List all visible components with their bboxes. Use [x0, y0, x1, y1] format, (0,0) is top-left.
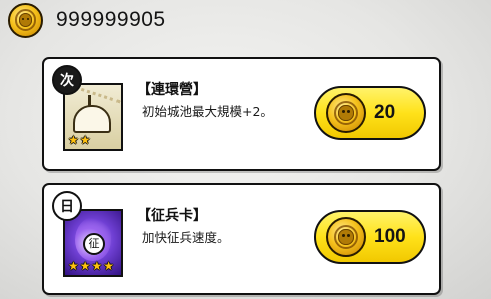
star-icon: ★: [68, 259, 79, 273]
item-description: 初始城池最大規模+2。: [142, 104, 273, 119]
item-description: 加快征兵速度。: [142, 230, 230, 245]
star-icon: ★: [79, 259, 91, 273]
item-title: 【征兵卡】: [137, 208, 207, 224]
star-icon: ★: [91, 259, 103, 273]
frequency-badge: 次: [52, 65, 82, 95]
star-icon: ★: [79, 133, 91, 147]
shop-item-card: 次 ★ ★ 【連環營】 初始城池最大規模+2。 20: [42, 57, 441, 171]
seal-character: 征: [83, 233, 105, 255]
gold-coin-icon: [8, 2, 43, 38]
star-icon: ★: [103, 259, 115, 273]
star-rating: ★ ★ ★ ★: [68, 260, 114, 272]
gold-coin-icon: [326, 217, 366, 257]
star-rating: ★ ★: [68, 134, 91, 146]
star-icon: ★: [68, 133, 79, 147]
item-title: 【連環營】: [137, 82, 207, 98]
buy-button[interactable]: 100: [314, 210, 426, 264]
shop-item-card: 日 征 ★ ★ ★ ★ 【征兵卡】 加快征兵速度。 100: [42, 183, 441, 295]
price-label: 20: [374, 102, 396, 123]
currency-bar: 999999905: [8, 0, 166, 40]
frequency-badge: 日: [52, 191, 82, 221]
buy-button[interactable]: 20: [314, 86, 426, 140]
gold-coin-icon: [326, 93, 366, 133]
currency-amount: 999999905: [56, 8, 166, 31]
price-label: 100: [374, 226, 406, 247]
